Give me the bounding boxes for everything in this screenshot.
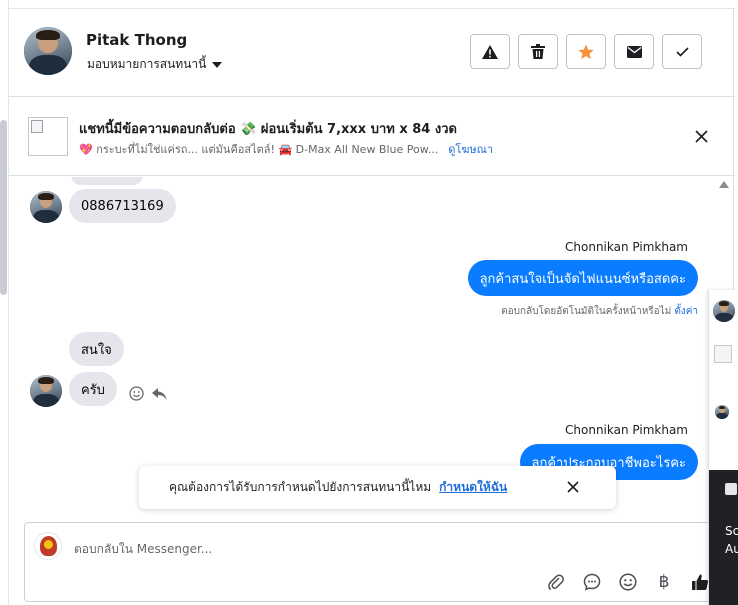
auto-reply-note: ตอบกลับโดยอัตโนมัติในครั้งหน้าหรือไม่ ตั้… xyxy=(501,304,698,319)
ad-thumbnail[interactable] xyxy=(28,117,68,156)
delete-button[interactable] xyxy=(518,34,558,69)
mark-spam-button[interactable] xyxy=(470,34,510,69)
ad-subtitle-text: 💖 กระบะที่ไม่ใช่แค่รถ... แต่มันคือสไตล์!… xyxy=(79,143,439,156)
reply-input[interactable]: ตอบกลับใน Messenger... xyxy=(74,540,212,559)
agent-name: Chonnikan Pimkham xyxy=(565,423,688,437)
contact-avatar[interactable] xyxy=(30,191,62,223)
assign-conversation-dropdown[interactable]: มอบหมายการสนทนานี้ xyxy=(87,55,223,74)
assign-prompt-toast: คุณต้องการได้รับการกำหนดไปยังการสนทนานี้… xyxy=(139,466,616,509)
assign-prompt-text: คุณต้องการได้รับการกำหนดไปยังการสนทนานี้… xyxy=(169,480,432,494)
ad-subtitle: 💖 กระบะที่ไม่ใช่แค่รถ... แต่มันคือสไตล์!… xyxy=(79,140,493,158)
emoji-icon xyxy=(619,573,637,591)
contact-avatar[interactable] xyxy=(24,27,72,75)
broken-image-icon xyxy=(714,345,732,363)
envelope-icon xyxy=(626,45,642,58)
saved-replies-button[interactable] xyxy=(581,571,603,593)
left-scrollbar[interactable] xyxy=(0,120,7,295)
assign-label: มอบหมายการสนทนานี้ xyxy=(87,57,207,71)
trash-icon xyxy=(531,44,545,59)
conversation-panel: Pitak Thong มอบหมายการสนทนานี้ แชทนี้มีข… xyxy=(8,0,735,605)
outgoing-message[interactable]: ลูกค้าสนใจเป็นจัดไฟแนนซ์หรือสดคะ xyxy=(467,260,698,296)
star-button[interactable] xyxy=(566,34,606,69)
emoji-button[interactable] xyxy=(617,571,639,593)
close-icon xyxy=(694,129,708,143)
auto-reply-text: ตอบกลับโดยอัตโนมัติในครั้งหน้าหรือไม่ xyxy=(501,306,672,317)
paperclip-icon xyxy=(548,574,564,591)
composer-tools: ฿ xyxy=(545,571,711,593)
warning-icon xyxy=(482,44,498,59)
ad-title: แชทนี้มีข้อความตอบกลับต่อ 💸 ผ่อนเริ่มต้น… xyxy=(79,122,457,137)
view-ad-link[interactable]: ดูโฆษณา xyxy=(448,140,493,158)
reply-icon[interactable] xyxy=(152,387,167,400)
chat-avatar[interactable] xyxy=(715,405,729,419)
message-bubble-partial xyxy=(71,177,143,185)
conversation-header: Pitak Thong มอบหมายการสนทนานี้ xyxy=(9,9,735,97)
incoming-message[interactable]: ครับ xyxy=(69,372,117,406)
side-chat-panel: Sc Au xyxy=(708,290,738,605)
ad-context-banner: แชทนี้มีข้อความตอบกลับต่อ 💸 ผ่อนเริ่มต้น… xyxy=(9,98,735,176)
incoming-message[interactable]: สนใจ xyxy=(69,332,124,366)
broken-image-icon xyxy=(31,120,43,133)
panel-text: Sc xyxy=(725,524,738,538)
auto-reply-settings-link[interactable]: ตั้งค่า xyxy=(674,306,698,317)
contact-avatar[interactable] xyxy=(30,375,62,407)
mark-done-button[interactable] xyxy=(662,34,702,69)
thumbs-up-icon xyxy=(692,574,709,590)
header-actions xyxy=(470,34,702,69)
attach-file-button[interactable] xyxy=(545,571,567,593)
agent-name: Chonnikan Pimkham xyxy=(565,240,688,254)
incoming-message[interactable]: 0886713169 xyxy=(69,189,176,223)
chat-bubble-icon xyxy=(583,573,601,591)
top-strip xyxy=(9,0,735,9)
message-composer: ตอบกลับใน Messenger... ฿ xyxy=(24,522,735,602)
mark-unread-button[interactable] xyxy=(614,34,654,69)
scroll-up-arrow-icon[interactable] xyxy=(719,181,729,188)
message-actions xyxy=(129,386,167,401)
page-avatar xyxy=(34,532,62,560)
assign-to-me-link[interactable]: กำหนดให้ฉัน xyxy=(439,478,507,497)
emoji-reaction-icon[interactable] xyxy=(129,386,144,401)
check-icon xyxy=(675,46,689,57)
close-icon[interactable] xyxy=(566,480,580,494)
caret-down-icon xyxy=(212,61,223,68)
star-icon xyxy=(578,44,594,59)
baht-icon: ฿ xyxy=(658,572,670,592)
panel-text: Au xyxy=(725,542,738,556)
chat-avatar[interactable] xyxy=(713,300,735,322)
close-ad-banner-button[interactable] xyxy=(692,127,710,145)
contact-name[interactable]: Pitak Thong xyxy=(86,31,187,49)
app-icon xyxy=(725,483,737,495)
payment-button[interactable]: ฿ xyxy=(653,571,675,593)
